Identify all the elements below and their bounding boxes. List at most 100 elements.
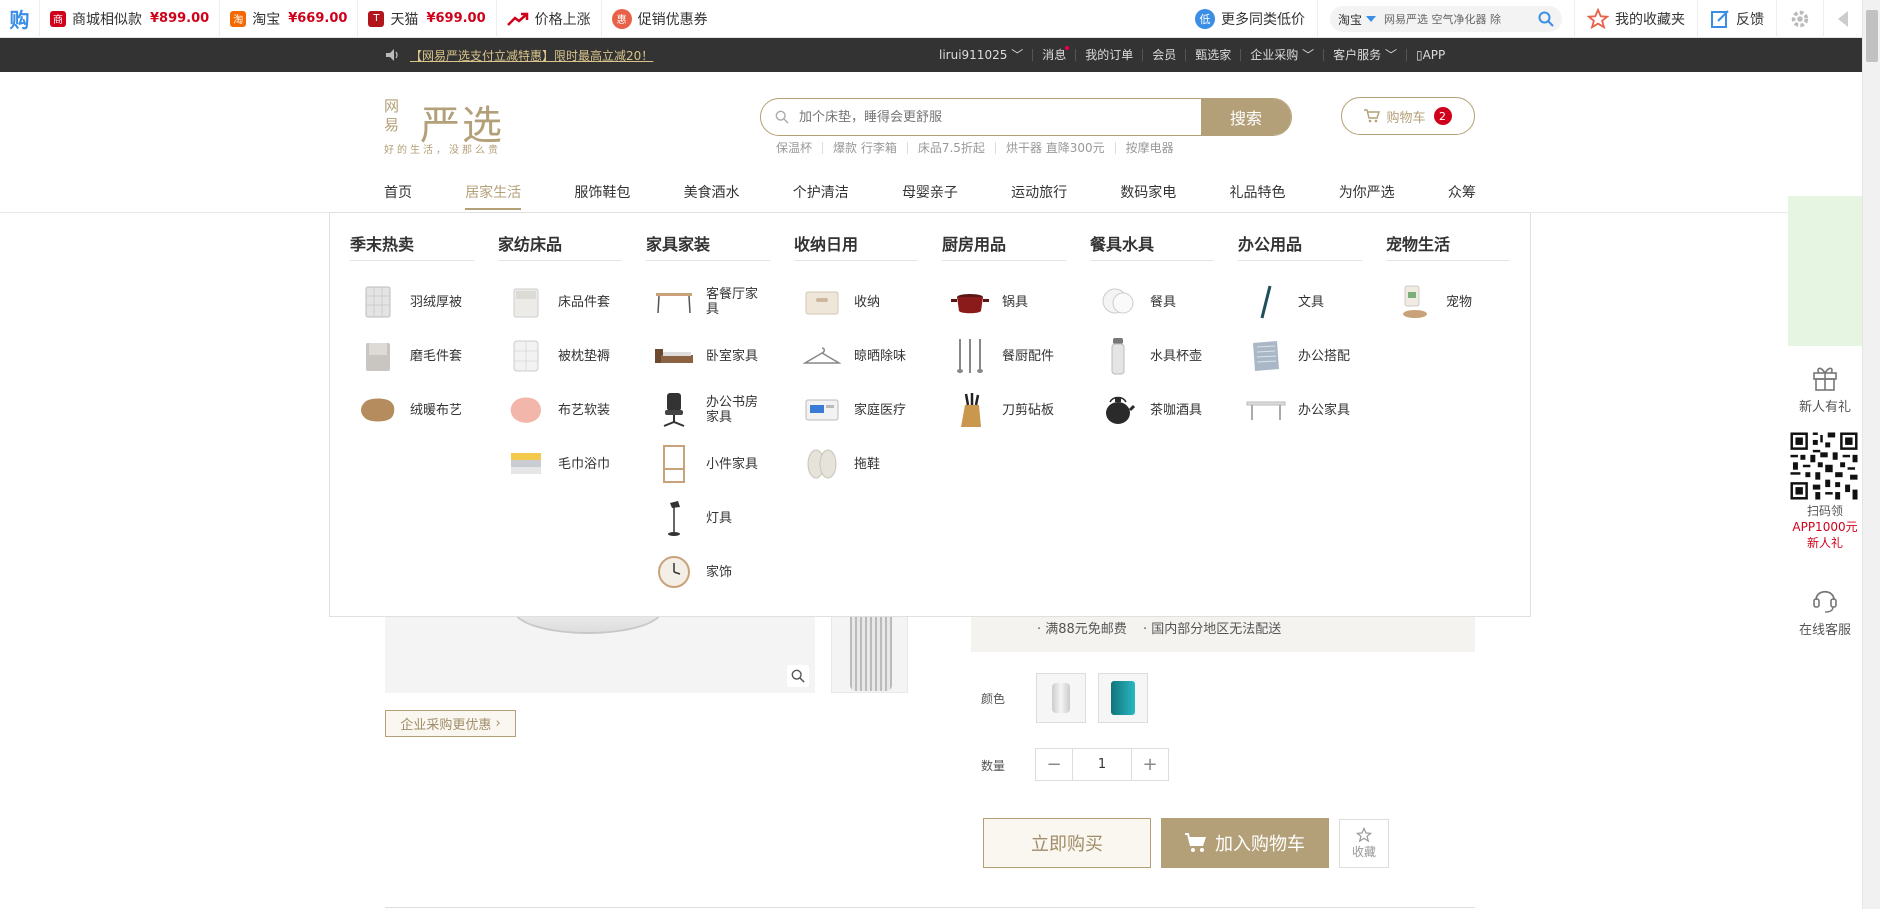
add-to-cart-button[interactable]: 加入购物车: [1161, 818, 1329, 868]
column-title[interactable]: 收纳日用: [794, 231, 918, 261]
float-banner[interactable]: [1788, 196, 1862, 346]
category-item[interactable]: 羽绒厚被: [350, 275, 474, 329]
nav-baby[interactable]: 母婴亲子: [902, 182, 958, 212]
page-scrollbar[interactable]: [1862, 0, 1880, 909]
search-icon[interactable]: [1538, 11, 1554, 27]
zoom-button[interactable]: [787, 665, 809, 687]
category-item[interactable]: 床品件套: [498, 275, 622, 329]
buy-now-button[interactable]: 立即购买: [983, 818, 1151, 868]
color-option-teal[interactable]: [1098, 673, 1148, 723]
nav-personal-care[interactable]: 个护清洁: [793, 182, 849, 212]
settings-button[interactable]: [1776, 0, 1823, 38]
favorite-button[interactable]: 收藏: [1339, 819, 1389, 868]
service-menu[interactable]: 客户服务 ﹀: [1323, 49, 1406, 61]
category-item[interactable]: 客餐厅家具: [646, 275, 770, 329]
collapse-button[interactable]: [1823, 0, 1862, 38]
column-title[interactable]: 厨房用品: [942, 231, 1066, 261]
column-title[interactable]: 餐具水具: [1090, 231, 1214, 261]
category-item[interactable]: 毛巾浴巾: [498, 437, 622, 491]
feedback-button[interactable]: 反馈: [1697, 0, 1776, 38]
color-label: 颜色: [981, 692, 1006, 706]
increase-button[interactable]: +: [1132, 749, 1168, 780]
category-item[interactable]: 布艺软装: [498, 383, 622, 437]
online-service-button[interactable]: 在线客服: [1788, 583, 1862, 638]
nav-gifts[interactable]: 礼品特色: [1230, 182, 1286, 212]
category-item[interactable]: 办公书房家具: [646, 383, 770, 437]
enterprise-menu[interactable]: 企业采购 ﹀: [1240, 49, 1323, 61]
category-item[interactable]: 餐厨配件: [942, 329, 1066, 383]
category-item[interactable]: 收纳: [794, 275, 918, 329]
promo-banner[interactable]: 【网易严选支付立减特惠】限时最高立减20！: [386, 38, 653, 72]
category-item[interactable]: 晾晒除味: [794, 329, 918, 383]
category-item[interactable]: 磨毛件套: [350, 329, 474, 383]
dropdown-column: 办公用品 文具 办公搭配 办公家具: [1238, 231, 1362, 437]
price-trend-button[interactable]: 价格上涨: [497, 0, 602, 38]
nav-apparel[interactable]: 服饰鞋包: [574, 182, 630, 212]
category-item[interactable]: 茶咖酒具: [1090, 383, 1214, 437]
enterprise-purchase-button[interactable]: 企业采购更优惠 ›: [385, 710, 516, 737]
nav-food[interactable]: 美食酒水: [684, 182, 740, 212]
qr-caption-line1: 扫码领: [1806, 504, 1843, 518]
category-item[interactable]: 文具: [1238, 275, 1362, 329]
nav-for-you[interactable]: 为你严选: [1339, 182, 1395, 212]
hot-word[interactable]: 保温杯: [776, 142, 822, 154]
compare-mall[interactable]: 商 商城相似款 ¥899.00: [40, 0, 221, 38]
orders-link[interactable]: 我的订单: [1075, 49, 1142, 61]
cart-button[interactable]: 购物车 2: [1341, 97, 1475, 135]
scrollbar-thumb[interactable]: [1866, 10, 1878, 62]
more-low-price-button[interactable]: 低 更多同类低价: [1183, 0, 1317, 38]
user-menu[interactable]: lirui911025 ﹀: [930, 49, 1032, 61]
category-item[interactable]: 灯具: [646, 491, 770, 545]
messages-link[interactable]: 消息: [1032, 46, 1075, 61]
favorites-button[interactable]: 我的收藏夹: [1574, 0, 1697, 38]
category-item[interactable]: 家饰: [646, 545, 770, 599]
category-item[interactable]: 小件家具: [646, 437, 770, 491]
plugin-search-input[interactable]: 淘宝 网易严选 空气净化器 除: [1330, 6, 1562, 32]
category-item[interactable]: 办公家具: [1238, 383, 1362, 437]
category-item[interactable]: 卧室家具: [646, 329, 770, 383]
color-option-white[interactable]: [1036, 673, 1086, 723]
search-input[interactable]: [793, 99, 1201, 135]
hot-word[interactable]: 烘干器 直降300元: [994, 142, 1115, 154]
hot-word[interactable]: 爆款 行李箱: [822, 142, 907, 154]
search-source[interactable]: 淘宝: [1338, 11, 1362, 28]
column-title[interactable]: 办公用品: [1238, 231, 1362, 261]
decrease-button[interactable]: −: [1036, 749, 1072, 780]
utensils-icon: [950, 336, 990, 376]
search-button[interactable]: 搜索: [1201, 99, 1291, 135]
category-item[interactable]: 水具杯壶: [1090, 329, 1214, 383]
source-dropdown-icon[interactable]: [1366, 16, 1377, 22]
category-item[interactable]: 锅具: [942, 275, 1066, 329]
compare-tmall[interactable]: T 天猫 ¥699.00: [358, 0, 497, 38]
category-item[interactable]: 餐具: [1090, 275, 1214, 329]
column-title[interactable]: 宠物生活: [1386, 231, 1510, 261]
category-item-label: 茶咖酒具: [1150, 402, 1203, 418]
category-item[interactable]: 办公搭配: [1238, 329, 1362, 383]
compare-taobao[interactable]: 淘 淘宝 ¥669.00: [220, 0, 359, 38]
site-logo[interactable]: 网易 严选 好的生活，没那么贵: [384, 95, 514, 157]
nav-crowdfunding[interactable]: 众筹: [1448, 182, 1476, 212]
quantity-value[interactable]: 1: [1072, 749, 1132, 780]
member-link[interactable]: 会员: [1142, 49, 1185, 61]
hot-word[interactable]: 按摩电器: [1114, 142, 1184, 154]
column-title[interactable]: 家具家装: [646, 231, 770, 261]
category-item[interactable]: 刀剪砧板: [942, 383, 1066, 437]
column-title[interactable]: 家纺床品: [498, 231, 622, 261]
nav-digital[interactable]: 数码家电: [1120, 182, 1176, 212]
category-item[interactable]: 家庭医疗: [794, 383, 918, 437]
nav-home[interactable]: 首页: [384, 182, 412, 212]
hot-word[interactable]: 床品7.5折起: [906, 142, 995, 154]
new-user-gift-button[interactable]: 新人有礼: [1788, 362, 1862, 415]
nav-home-living[interactable]: 居家生活: [465, 182, 522, 212]
category-item[interactable]: 拖鞋: [794, 437, 918, 491]
category-item[interactable]: 宠物: [1386, 275, 1510, 329]
nav-sports[interactable]: 运动旅行: [1011, 182, 1067, 212]
category-item[interactable]: 被枕垫褥: [498, 329, 622, 383]
plugin-logo-icon[interactable]: 购: [0, 0, 40, 38]
coupon-button[interactable]: 惠 促销优惠券: [602, 0, 718, 38]
category-item[interactable]: 绒暖布艺: [350, 383, 474, 437]
curator-link[interactable]: 甄选家: [1185, 49, 1240, 61]
column-title[interactable]: 季末热卖: [350, 231, 474, 261]
category-item-label: 卧室家具: [706, 348, 759, 364]
app-link[interactable]: ▯APP: [1405, 49, 1454, 61]
